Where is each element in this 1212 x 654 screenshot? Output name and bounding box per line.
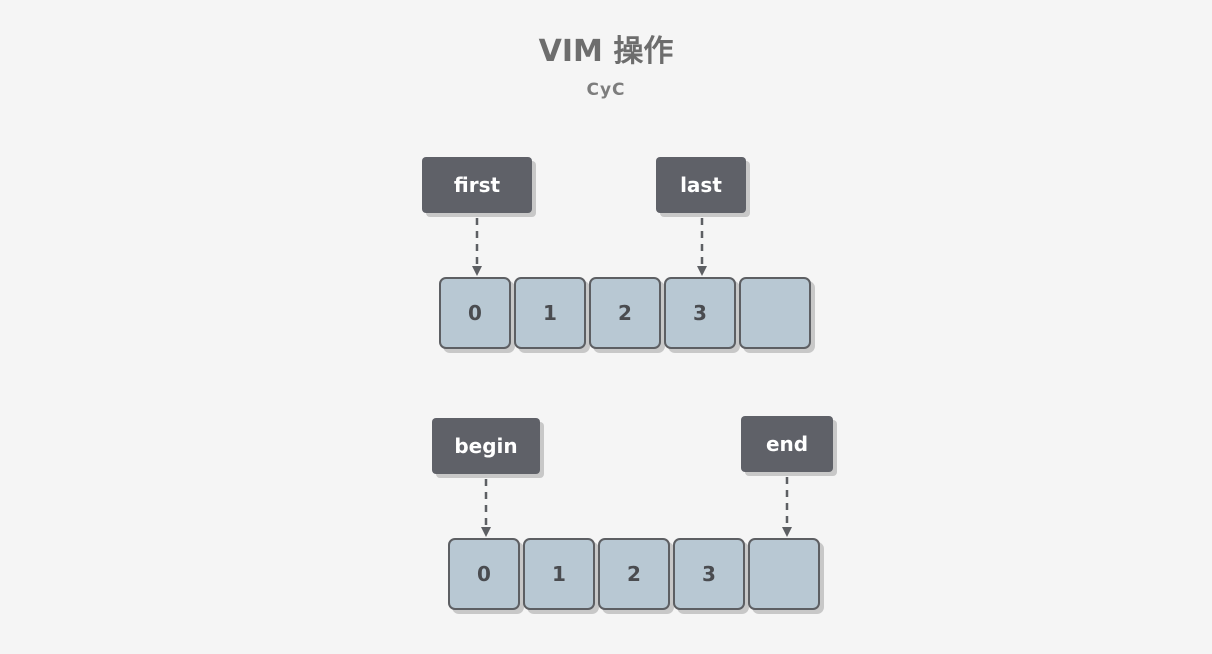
page-title: VIM 操作 (538, 34, 674, 69)
array-cell-0: 0 (439, 277, 511, 349)
pointer-label-last: last (656, 157, 746, 213)
array-cell-4 (748, 538, 820, 610)
array-cell-2: 2 (589, 277, 661, 349)
array-cell-0: 0 (448, 538, 520, 610)
array-cell-4 (739, 277, 811, 349)
array-cell-1: 1 (523, 538, 595, 610)
array-cell-1: 1 (514, 277, 586, 349)
array-cell-3: 3 (673, 538, 745, 610)
pointer-label-begin: begin (432, 418, 540, 474)
array-cell-2: 2 (598, 538, 670, 610)
pointer-label-first: first (422, 157, 532, 213)
pointer-label-end: end (741, 416, 833, 472)
array-cell-3: 3 (664, 277, 736, 349)
page-subtitle: CyC (586, 80, 626, 100)
